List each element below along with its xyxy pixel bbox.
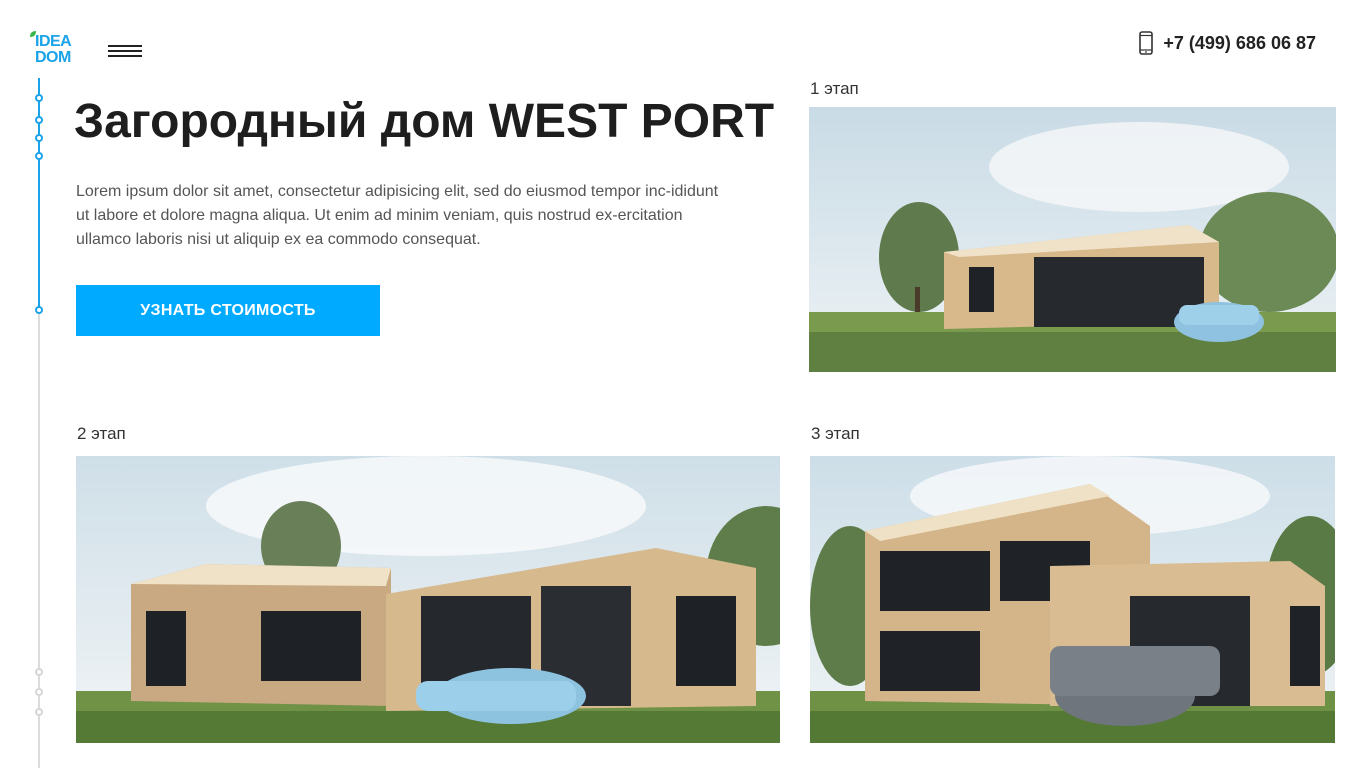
- timeline-dot-current[interactable]: [35, 306, 43, 314]
- logo[interactable]: IDEA DOM: [29, 30, 83, 68]
- hamburger-menu-icon[interactable]: [108, 45, 142, 59]
- timeline-dot[interactable]: [35, 668, 43, 676]
- get-price-button[interactable]: УЗНАТЬ СТОИМОСТЬ: [76, 285, 380, 336]
- stage-2-image[interactable]: [76, 456, 780, 743]
- timeline-dot[interactable]: [35, 94, 43, 102]
- timeline-dot[interactable]: [35, 708, 43, 716]
- timeline-dot[interactable]: [35, 688, 43, 696]
- smartphone-icon: [1139, 31, 1154, 55]
- logo-line-2: DOM: [35, 49, 71, 66]
- logo-line-1: IDEA: [35, 33, 72, 50]
- timeline-line-inactive: [38, 310, 40, 768]
- stage-1-label: 1 этап: [810, 79, 859, 98]
- header-phone[interactable]: +7 (499) 686 06 87: [1139, 31, 1316, 55]
- stage-1-image[interactable]: [809, 107, 1336, 372]
- timeline-dot[interactable]: [35, 152, 43, 160]
- phone-number: +7 (499) 686 06 87: [1163, 32, 1316, 53]
- stage-3-label: 3 этап: [811, 424, 860, 443]
- stage-3-image[interactable]: [810, 456, 1335, 743]
- timeline-line-active: [38, 78, 40, 310]
- hero-description: Lorem ipsum dolor sit amet, consectetur …: [76, 183, 719, 248]
- page-title: Загородный дом WEST PORT: [74, 95, 775, 148]
- timeline-dot[interactable]: [35, 116, 43, 124]
- timeline-dot[interactable]: [35, 134, 43, 142]
- stage-2-label: 2 этап: [77, 424, 126, 443]
